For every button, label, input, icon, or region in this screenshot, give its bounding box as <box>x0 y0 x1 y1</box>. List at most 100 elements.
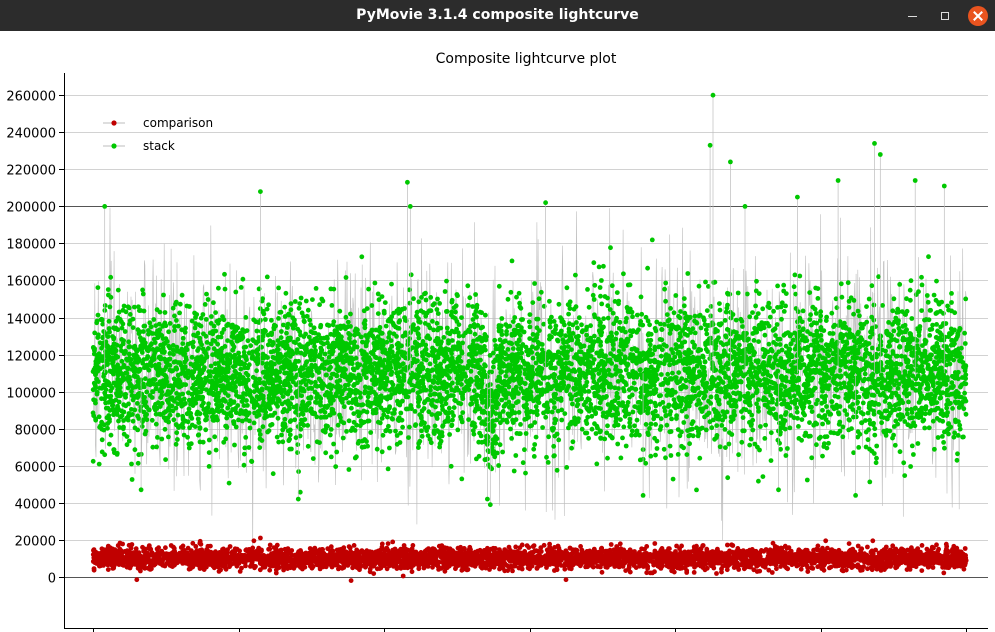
comparison-point <box>224 550 230 556</box>
minimize-button[interactable] <box>897 0 927 31</box>
comparison-point <box>746 551 752 557</box>
comparison-point <box>766 555 772 561</box>
comparison-point <box>674 543 679 549</box>
comparison-point <box>879 549 885 554</box>
comparison-point <box>105 545 111 551</box>
comparison-point <box>790 552 795 557</box>
comparison-point <box>563 577 569 583</box>
comparison-point <box>347 545 353 551</box>
comparison-point <box>248 564 253 569</box>
stack-point <box>127 312 133 317</box>
stack-point <box>684 414 689 420</box>
comparison-point <box>409 569 415 575</box>
comparison-point <box>815 564 821 570</box>
comparison-point <box>529 550 534 555</box>
comparison-point <box>104 559 109 564</box>
comparison-point <box>839 567 845 573</box>
stack-point <box>552 405 557 410</box>
comparison-point <box>869 567 875 573</box>
comparison-point <box>794 555 800 561</box>
comparison-point <box>852 551 857 557</box>
stack-point <box>335 422 341 428</box>
comparison-point <box>94 555 100 561</box>
comparison-point <box>941 570 947 576</box>
comparison-point <box>258 535 263 541</box>
comparison-point <box>218 567 224 573</box>
comparison-point <box>554 563 560 569</box>
comparison-point <box>599 569 605 575</box>
comparison-point <box>141 546 147 552</box>
maximize-icon <box>941 11 949 20</box>
comparison-point <box>283 556 288 561</box>
stack-point <box>725 475 731 481</box>
comparison-point <box>672 551 678 556</box>
comparison-point <box>113 550 118 556</box>
comparison-point <box>742 554 748 560</box>
comparison-point <box>597 558 603 564</box>
maximize-button[interactable] <box>930 0 960 31</box>
comparison-point <box>416 561 422 567</box>
comparison-point <box>919 557 924 562</box>
stack-point <box>522 447 527 453</box>
stack-point <box>771 308 776 314</box>
comparison-point <box>117 557 122 563</box>
comparison-point <box>953 562 959 568</box>
comparison-point <box>370 559 375 565</box>
lightcurve-chart[interactable]: Composite lightcurve plot 02000040000600… <box>0 31 995 632</box>
comparison-point <box>333 557 338 562</box>
comparison-point <box>464 567 470 573</box>
comparison-point <box>843 551 849 557</box>
comparison-point <box>749 556 755 562</box>
comparison-point <box>464 563 470 568</box>
comparison-point <box>519 542 525 548</box>
comparison-point <box>631 553 637 559</box>
comparison-point <box>546 549 552 555</box>
comparison-point <box>588 554 594 559</box>
comparison-point <box>645 566 650 571</box>
comparison-point <box>286 549 292 555</box>
stack-point <box>665 371 671 377</box>
comparison-point <box>479 553 485 559</box>
comparison-point <box>377 552 383 557</box>
stack-point <box>177 310 183 316</box>
comparison-point <box>439 546 444 552</box>
comparison-point <box>203 564 209 570</box>
comparison-point <box>738 552 743 557</box>
comparison-point <box>744 564 749 570</box>
close-button[interactable] <box>963 0 993 31</box>
comparison-point <box>783 551 789 557</box>
stack-point <box>407 424 412 430</box>
comparison-point <box>214 563 220 569</box>
comparison-point <box>759 559 764 565</box>
stack-point <box>406 435 411 440</box>
stack-point <box>809 409 815 414</box>
comparison-point <box>455 553 461 559</box>
comparison-point <box>427 550 433 556</box>
stack-point <box>533 404 539 409</box>
stack-point <box>756 478 761 484</box>
comparison-point <box>608 542 614 547</box>
stack-point <box>323 450 329 456</box>
comparison-point <box>603 555 609 561</box>
comparison-point <box>805 569 811 574</box>
comparison-point <box>701 560 707 566</box>
comparison-point <box>409 546 415 552</box>
stack-point <box>687 441 692 447</box>
comparison-point <box>593 560 599 565</box>
comparison-point <box>804 547 810 553</box>
stack-point <box>435 311 441 316</box>
comparison-point <box>691 570 697 575</box>
stack-point <box>719 423 725 428</box>
comparison-point <box>461 546 467 551</box>
comparison-point <box>398 563 404 568</box>
comparison-point <box>627 569 633 575</box>
stack-point <box>747 442 753 448</box>
comparison-point <box>343 553 349 559</box>
comparison-point <box>197 550 202 556</box>
comparison-point <box>954 552 959 557</box>
stack-point <box>379 449 385 455</box>
comparison-point <box>691 544 697 550</box>
comparison-point <box>497 566 502 572</box>
comparison-point <box>869 559 875 564</box>
comparison-point <box>156 545 162 551</box>
